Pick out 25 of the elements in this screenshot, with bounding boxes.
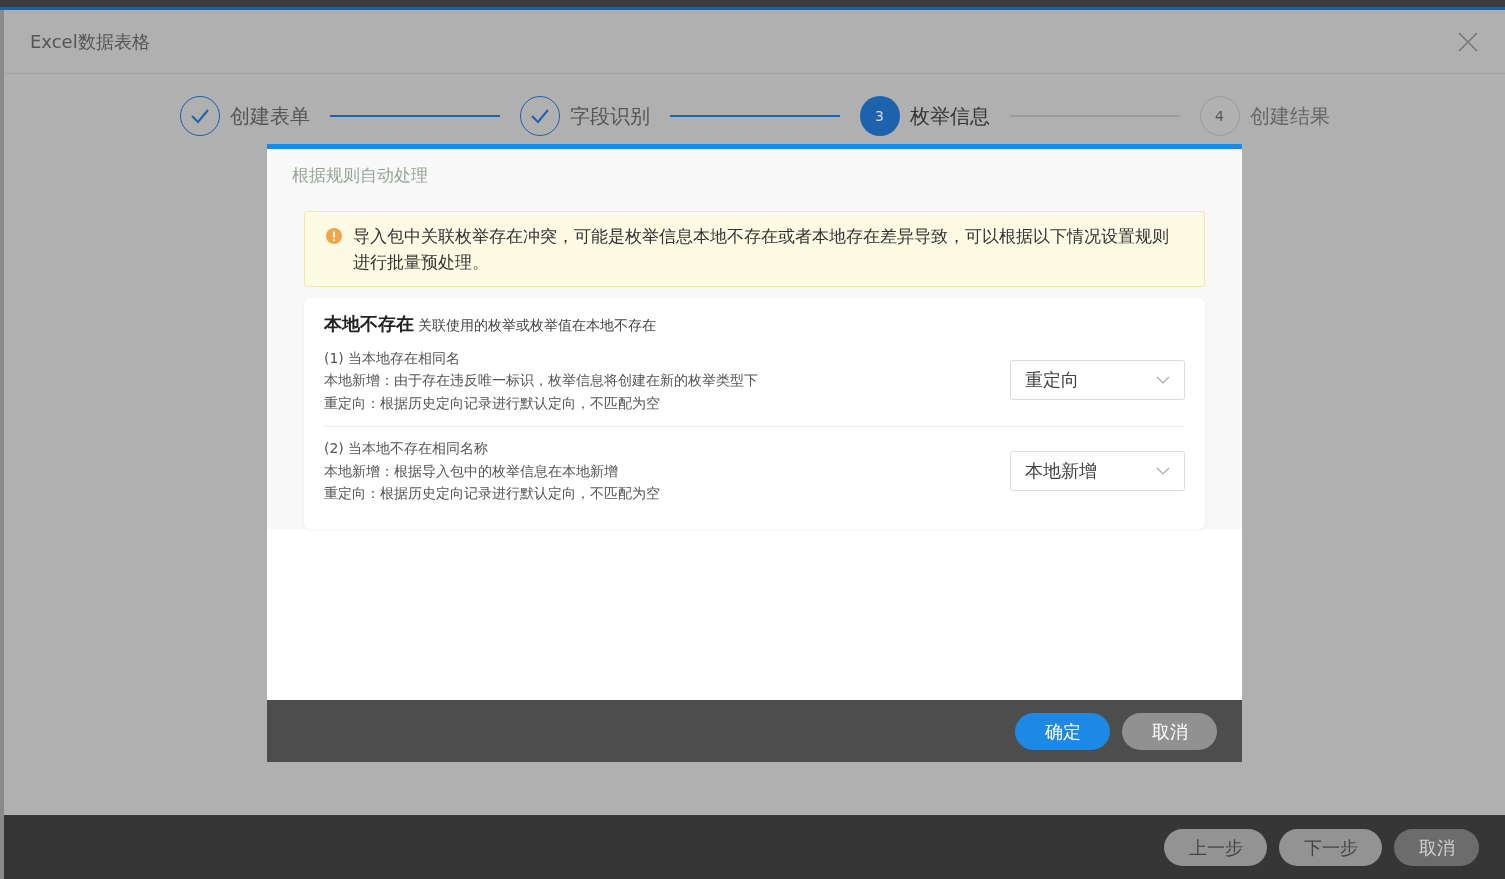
rule-heading: (2) 当本地不存在相同名称 — [324, 439, 490, 458]
step-label: 枚举信息 — [909, 103, 990, 130]
select-field[interactable]: 本地新增 — [1010, 450, 1185, 491]
rule-description: 重定向：根据历史定向记录进行默认定向，不匹配为空 — [324, 484, 660, 503]
select-field[interactable]: 重定向 — [1010, 360, 1185, 401]
footer-button[interactable]: 取消 — [1394, 828, 1479, 866]
rule-description: 本地新增：由于存在违反唯一标识，枚举信息将创建在新的枚举类型下 — [324, 371, 758, 390]
rule-description: 重定向：根据历史定向记录进行默认定向，不匹配为空 — [324, 393, 661, 413]
step-label: 字段识别 — [569, 103, 650, 130]
step-label: 创建表单 — [229, 103, 310, 130]
step-number: 3 — [859, 96, 900, 136]
rule-description: 本地新增：根据导入包中的枚举信息在本地新增 — [324, 461, 619, 481]
section-subtitle: 关联使用的枚举或枚举值在本地不存在 — [418, 316, 656, 333]
window-title: Excel数据表格 — [30, 30, 150, 54]
chevron-down-icon — [1156, 466, 1170, 475]
close-icon[interactable] — [1457, 30, 1479, 53]
section-title: 本地不存在 — [324, 312, 414, 334]
confirm-button[interactable]: 确定 — [1015, 712, 1110, 750]
alert-text: 导入包中关联枚举存在冲突，可能是枚举信息本地不存在或者本地存在差异导致，可以根据以下情况设置规则进行批量预处理。 — [353, 224, 1170, 274]
warning-icon — [325, 226, 343, 245]
rule-heading: (1) 当本地存在相同名 — [324, 348, 462, 368]
chevron-down-icon — [1156, 376, 1170, 385]
cancel-button[interactable]: 取消 — [1122, 712, 1217, 750]
step-label: 创建结果 — [1249, 103, 1330, 130]
dialog-title: 根据规则自动处理 — [292, 165, 428, 185]
